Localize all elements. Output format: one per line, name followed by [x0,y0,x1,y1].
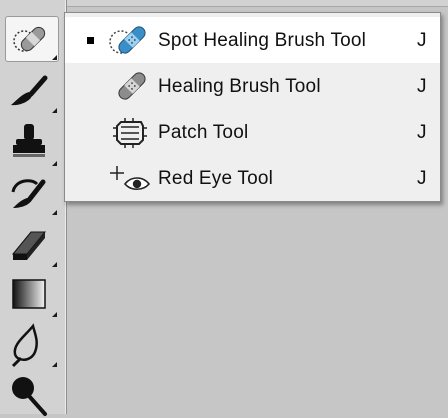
healing-tools-flyout-menu: Spot Healing Brush Tool J Healing Brush … [64,12,441,202]
more-tools-triangle-icon [52,55,57,60]
menu-item-label: Patch Tool [158,122,249,143]
red-eye-icon [110,166,151,191]
spot-healing-brush-tool-button[interactable] [5,16,59,62]
menu-item-label: Red Eye Tool [158,168,274,189]
dodge-icon [12,377,47,416]
menu-item-shortcut: J [417,122,427,143]
history-brush-tool-button[interactable] [5,170,59,216]
menu-item-patch-tool[interactable]: Patch Tool J [65,109,440,155]
brush-icon [11,75,48,106]
menu-item-spot-healing-brush-tool[interactable]: Spot Healing Brush Tool J [65,17,440,63]
menu-item-red-eye-tool[interactable]: Red Eye Tool J [65,155,440,201]
selected-bullet-icon [87,37,94,44]
gradient-tool-button[interactable] [5,272,59,318]
menu-item-shortcut: J [417,76,427,97]
drop-icon [11,323,38,368]
menu-item-shortcut: J [417,168,427,189]
more-tools-triangle-icon [52,210,57,215]
more-tools-triangle-icon [52,312,57,317]
brush-tool-button[interactable] [5,70,59,116]
eraser-icon [11,231,47,260]
clone-stamp-tool-button[interactable] [5,120,59,166]
more-tools-triangle-icon [52,108,57,113]
menu-item-shortcut: J [417,30,427,51]
blur-tool-button[interactable] [5,322,59,368]
menu-item-label: Healing Brush Tool [158,76,321,97]
history-brush-icon [11,179,46,208]
eraser-tool-button[interactable] [5,222,59,268]
tools-panel [0,0,67,416]
spot-healing-brush-icon [109,26,146,54]
healing-brush-icon [118,72,146,100]
options-bar-edge [66,0,448,7]
dodge-tool-button[interactable] [5,372,59,418]
patch-icon [113,118,147,148]
more-tools-triangle-icon [52,362,57,367]
more-tools-triangle-icon [52,161,57,166]
menu-item-healing-brush-tool[interactable]: Healing Brush Tool J [65,63,440,109]
stamp-icon [13,124,45,157]
menu-item-label: Spot Healing Brush Tool [158,30,367,51]
gradient-icon [12,279,46,309]
more-tools-triangle-icon [52,262,57,267]
